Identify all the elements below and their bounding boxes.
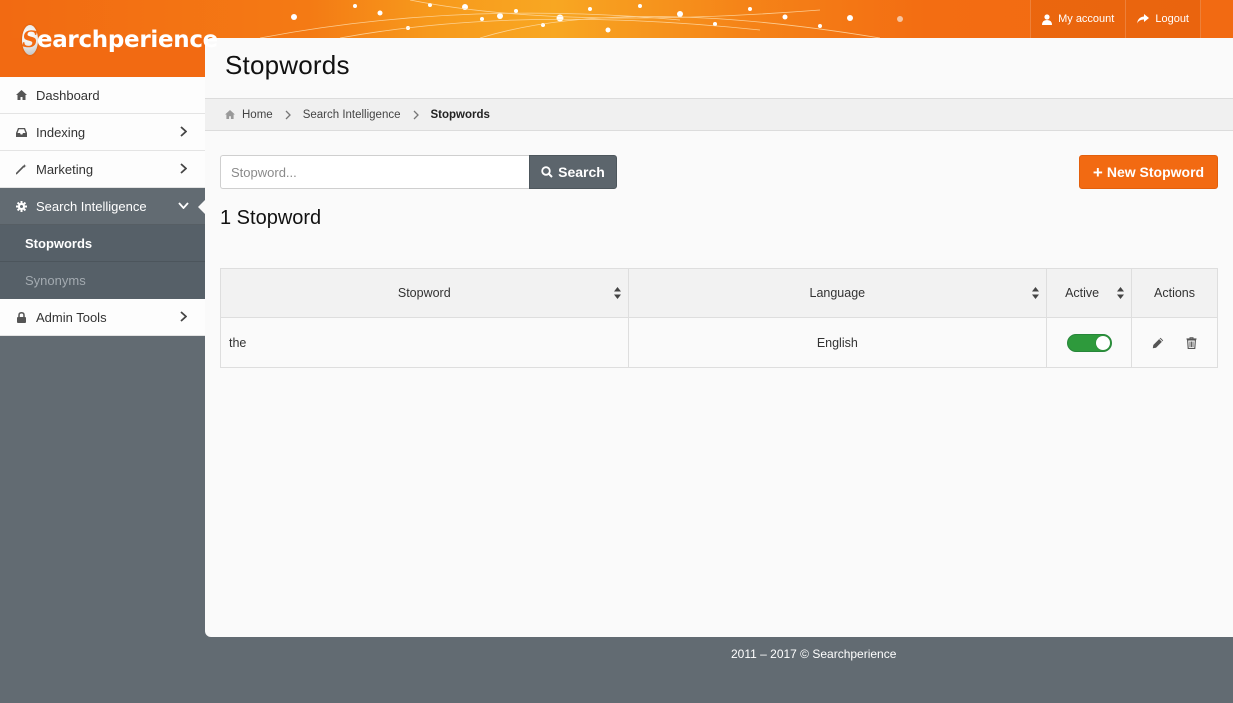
lock-icon — [15, 311, 27, 323]
stopword-search-input[interactable] — [220, 155, 529, 189]
cell-language: English — [627, 317, 1048, 368]
logout-link[interactable]: Logout — [1125, 0, 1201, 38]
chevron-right-icon — [180, 126, 187, 137]
chevron-right-icon — [180, 163, 187, 174]
gear-icon — [15, 200, 27, 212]
footer-copyright: 2011 – 2017 © Searchperience — [731, 647, 897, 661]
sort-icon — [1117, 287, 1125, 299]
plus-icon: + — [1092, 162, 1103, 182]
toggle-knob — [1095, 335, 1110, 350]
chevron-down-icon — [178, 202, 189, 209]
column-header-active[interactable]: Active — [1046, 268, 1133, 318]
sidebar-item-indexing[interactable]: Indexing — [0, 114, 205, 151]
chevron-right-icon — [285, 110, 291, 120]
home-icon — [225, 110, 235, 119]
new-stopword-label: New Stopword — [1106, 164, 1205, 180]
sidebar-subitem-synonyms[interactable]: Synonyms — [0, 262, 205, 299]
cell-stopword: the — [220, 317, 629, 368]
sidebar-item-label: Admin Tools — [36, 309, 107, 325]
sidebar-item-dashboard[interactable]: Dashboard — [0, 77, 205, 114]
header-sparkle-decoration — [260, 0, 903, 38]
sidebar-subitem-stopwords[interactable]: Stopwords — [0, 225, 205, 262]
column-header-label: Stopword — [397, 286, 451, 300]
user-icon — [1042, 13, 1053, 25]
search-form: Search — [220, 155, 617, 189]
sidebar-nav: Dashboard Indexing Marketing Search Inte… — [0, 77, 206, 336]
search-button-label: Search — [558, 164, 605, 180]
breadcrumb-label: Search Intelligence — [302, 108, 401, 121]
sort-icon — [1032, 287, 1040, 299]
column-header-label: Active — [1065, 286, 1100, 300]
result-count-heading: 1 Stopword — [220, 207, 322, 229]
sidebar-item-admin-tools[interactable]: Admin Tools — [0, 299, 205, 336]
stopwords-table: Stopword Language Active Actions the Eng… — [220, 268, 1218, 368]
share-arrow-icon — [1137, 14, 1150, 24]
column-header-label: Language — [809, 286, 866, 300]
column-header-stopword[interactable]: Stopword — [220, 268, 629, 318]
page-title: Stopwords — [225, 50, 350, 80]
sort-icon — [613, 287, 621, 299]
inbox-icon — [15, 126, 27, 138]
breadcrumb-label: Home — [242, 108, 273, 121]
my-account-link[interactable]: My account — [1030, 0, 1126, 38]
sidebar-item-label: Marketing — [36, 161, 94, 177]
wand-icon — [15, 163, 27, 175]
sidebar-item-label: Indexing — [36, 124, 86, 140]
table-row: the English — [220, 317, 1218, 368]
breadcrumb: Home Search Intelligence Stopwords — [205, 98, 1233, 131]
sidebar-subitem-label: Stopwords — [25, 235, 93, 251]
sidebar-item-label: Dashboard — [36, 87, 100, 103]
main-content-panel: Stopwords Home Search Intelligence Stopw… — [205, 38, 1233, 637]
column-header-actions: Actions — [1131, 268, 1218, 318]
brand-logo[interactable]: S earchperience — [22, 22, 218, 58]
sidebar-item-label: Search Intelligence — [36, 198, 147, 214]
cell-actions — [1131, 317, 1218, 368]
logout-label: Logout — [1155, 13, 1189, 25]
delete-trash-icon[interactable] — [1186, 336, 1197, 349]
search-button[interactable]: Search — [529, 155, 617, 189]
sidebar-item-marketing[interactable]: Marketing — [0, 151, 205, 188]
edit-pencil-icon[interactable] — [1152, 337, 1164, 349]
cell-active — [1046, 317, 1133, 368]
home-icon — [15, 89, 27, 101]
sidebar-item-search-intelligence[interactable]: Search Intelligence — [0, 188, 206, 225]
active-toggle[interactable] — [1066, 333, 1112, 352]
column-header-language[interactable]: Language — [627, 268, 1048, 318]
breadcrumb-home[interactable]: Home — [225, 109, 273, 121]
logo-wordmark: earchperience — [36, 27, 218, 53]
breadcrumb-current: Stopwords — [431, 109, 490, 121]
chevron-right-icon — [413, 110, 419, 120]
chevron-right-icon — [180, 311, 187, 322]
breadcrumb-search-intelligence[interactable]: Search Intelligence — [303, 109, 401, 121]
breadcrumb-label: Stopwords — [430, 108, 490, 121]
search-icon — [541, 166, 553, 178]
sidebar-subitem-label: Synonyms — [25, 273, 86, 288]
column-header-label: Actions — [1154, 286, 1196, 300]
new-stopword-button[interactable]: + New Stopword — [1079, 155, 1218, 189]
logo-s-mark: S — [22, 25, 38, 55]
my-account-label: My account — [1058, 13, 1115, 25]
